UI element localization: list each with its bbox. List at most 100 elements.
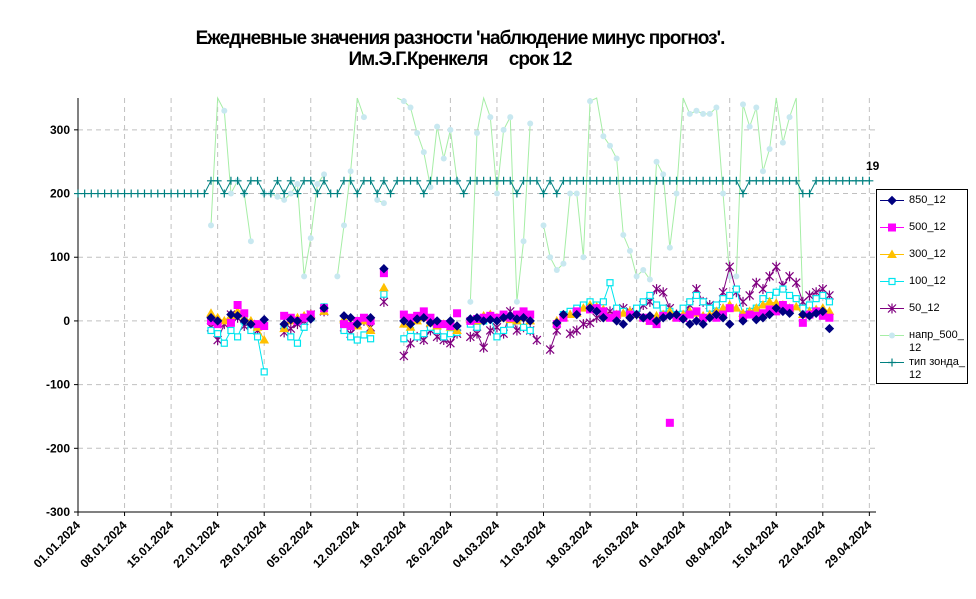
data-point — [532, 335, 542, 346]
data-point — [346, 176, 355, 185]
legend-symbol — [880, 332, 904, 339]
data-point — [420, 149, 427, 156]
data-point — [407, 104, 414, 111]
data-point — [765, 271, 775, 282]
data-point — [739, 189, 747, 198]
data-point — [286, 176, 295, 185]
x-tick-label: 15.04.2024 — [729, 518, 782, 571]
data-point — [406, 338, 415, 349]
x-tick-label: 25.03.2024 — [589, 518, 642, 571]
x-tick-label: 15.01.2024 — [124, 518, 177, 571]
data-point — [240, 189, 249, 198]
x-tick-label: 29.04.2024 — [822, 518, 875, 571]
data-point — [280, 311, 289, 320]
data-point — [665, 418, 674, 427]
data-point — [532, 176, 541, 185]
data-point — [453, 309, 462, 318]
data-point — [274, 193, 281, 200]
data-point — [208, 222, 214, 229]
data-point — [487, 114, 494, 121]
data-point — [500, 326, 508, 335]
data-point — [233, 176, 242, 185]
data-point — [639, 298, 647, 306]
x-tick-label: 19.02.2024 — [357, 518, 410, 571]
data-point — [367, 335, 375, 343]
series-layer — [74, 96, 874, 427]
data-point — [440, 333, 448, 341]
data-point — [580, 254, 587, 261]
data-point — [220, 339, 228, 347]
x-tick-label: 22.01.2024 — [170, 518, 223, 571]
data-point — [259, 335, 270, 344]
data-point — [753, 104, 760, 111]
data-point — [214, 330, 222, 338]
data-point — [786, 114, 793, 121]
data-point — [413, 333, 421, 341]
data-point — [453, 176, 462, 185]
y-tick-label: 300 — [50, 123, 70, 137]
data-point — [646, 276, 653, 283]
data-point — [746, 123, 753, 130]
data-point — [500, 126, 507, 133]
data-point — [626, 247, 633, 254]
data-point — [660, 171, 667, 178]
data-point — [772, 288, 780, 296]
data-point — [607, 142, 613, 149]
series-500_12 — [207, 269, 834, 427]
data-point — [321, 171, 328, 178]
data-point — [700, 110, 707, 117]
data-point — [479, 342, 489, 353]
data-point — [779, 139, 786, 146]
x-tick-label: 22.04.2024 — [776, 518, 829, 571]
data-point — [473, 323, 481, 331]
data-point — [273, 176, 282, 185]
data-point — [294, 180, 301, 187]
data-point — [585, 317, 595, 328]
data-point — [360, 114, 367, 121]
data-point — [287, 190, 294, 197]
data-point — [399, 350, 409, 361]
x-tick-label: 18.03.2024 — [543, 518, 596, 571]
data-point — [347, 333, 355, 341]
data-point — [640, 266, 647, 273]
data-point — [824, 323, 835, 334]
data-point — [573, 190, 580, 197]
legend-symbol — [880, 249, 904, 258]
series-line — [469, 96, 531, 302]
data-point — [440, 155, 447, 162]
data-point — [527, 120, 534, 127]
data-point — [374, 196, 381, 203]
x-tick-label: 11.03.2024 — [497, 518, 549, 570]
data-point — [493, 333, 501, 341]
data-point — [653, 158, 660, 165]
data-point — [314, 180, 321, 187]
data-point — [220, 189, 229, 198]
legend-symbol — [880, 277, 904, 286]
data-point — [306, 176, 315, 185]
legend-marker — [888, 358, 896, 367]
series-line — [210, 96, 252, 242]
data-point — [646, 291, 654, 300]
data-point — [346, 322, 355, 331]
y-tick-label: 100 — [50, 250, 70, 264]
legend-label: 50_12 — [909, 302, 940, 314]
data-point — [513, 298, 520, 305]
data-point — [340, 326, 348, 335]
legend-label: 850_12 — [909, 194, 946, 206]
data-point — [287, 333, 295, 341]
annotation-label: 19 — [866, 159, 880, 173]
data-point — [233, 301, 242, 309]
y-tick-label: 200 — [50, 187, 70, 201]
data-point — [253, 176, 262, 185]
series-line — [78, 179, 870, 195]
data-point — [692, 307, 701, 316]
data-point — [300, 323, 308, 331]
data-point — [379, 176, 388, 185]
data-point — [732, 176, 741, 185]
data-point — [673, 190, 680, 197]
data-point — [341, 222, 347, 229]
data-point — [266, 189, 275, 198]
data-point — [779, 285, 787, 293]
data-point — [706, 110, 713, 117]
data-point — [606, 279, 614, 287]
